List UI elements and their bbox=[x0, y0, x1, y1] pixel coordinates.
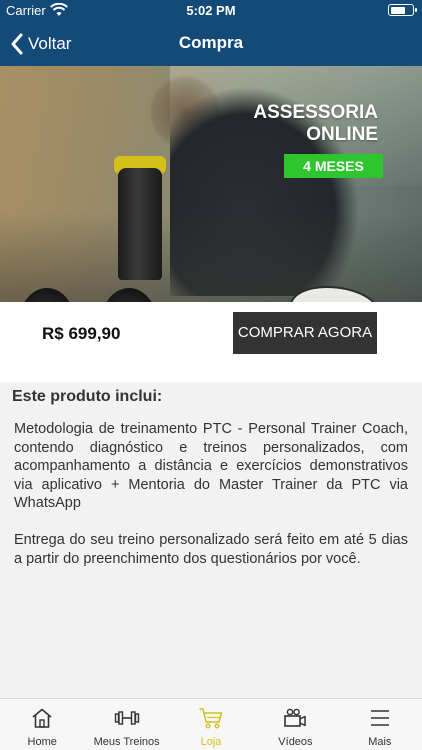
tab-label: Home bbox=[27, 736, 57, 748]
product-price: R$ 699,90 bbox=[42, 324, 121, 343]
product-description: Este produto inclui: Metodologia de trei… bbox=[0, 382, 422, 698]
tab-videos[interactable]: Vídeos bbox=[253, 699, 337, 750]
includes-title: Este produto inclui: bbox=[12, 388, 163, 405]
home-icon bbox=[32, 708, 52, 728]
menu-icon bbox=[370, 710, 389, 726]
top-bar: Carrier 5:02 PM Voltar Compra bbox=[0, 0, 422, 66]
tab-home[interactable]: Home bbox=[0, 699, 84, 750]
product-title-line1: ASSESSORIA bbox=[253, 102, 378, 123]
page-title: Compra bbox=[178, 33, 244, 52]
tab-label: Vídeos bbox=[278, 736, 313, 748]
video-camera-icon bbox=[284, 708, 307, 727]
tab-label: Meus Treinos bbox=[93, 736, 160, 748]
description-paragraph: Metodologia de treinamento PTC - Persona… bbox=[14, 421, 408, 511]
description-text: Metodologia de treinamento PTC - Persona… bbox=[14, 420, 408, 568]
price-row: R$ 699,90 COMPRAR AGORA bbox=[0, 302, 422, 382]
description-paragraph: Entrega do seu treino personalizado será… bbox=[14, 532, 408, 567]
tab-label: Mais bbox=[368, 736, 392, 748]
buy-now-button[interactable]: COMPRAR AGORA bbox=[233, 312, 377, 354]
dumbbell-icon bbox=[114, 711, 139, 725]
tab-mais[interactable]: Mais bbox=[338, 699, 422, 750]
product-banner: ASSESSORIA ONLINE 4 MESES bbox=[0, 66, 422, 302]
product-title: ASSESSORIA ONLINE bbox=[253, 102, 378, 146]
status-time: 5:02 PM bbox=[186, 3, 236, 18]
duration-badge: 4 MESES bbox=[284, 154, 383, 178]
battery-icon bbox=[388, 4, 417, 16]
tab-label: Loja bbox=[200, 736, 222, 748]
tab-loja[interactable]: Loja bbox=[169, 699, 253, 750]
tab-meus-treinos[interactable]: Meus Treinos bbox=[84, 699, 168, 750]
cart-icon bbox=[199, 708, 223, 729]
status-bar: Carrier 5:02 PM bbox=[0, 0, 422, 22]
product-title-line2: ONLINE bbox=[306, 124, 378, 145]
navigation-bar: Voltar Compra bbox=[0, 22, 422, 66]
tab-bar: Home Meus Treinos Loja Vídeos Mais bbox=[0, 698, 422, 750]
water-bottle bbox=[118, 168, 162, 280]
banner-floor bbox=[0, 212, 422, 302]
